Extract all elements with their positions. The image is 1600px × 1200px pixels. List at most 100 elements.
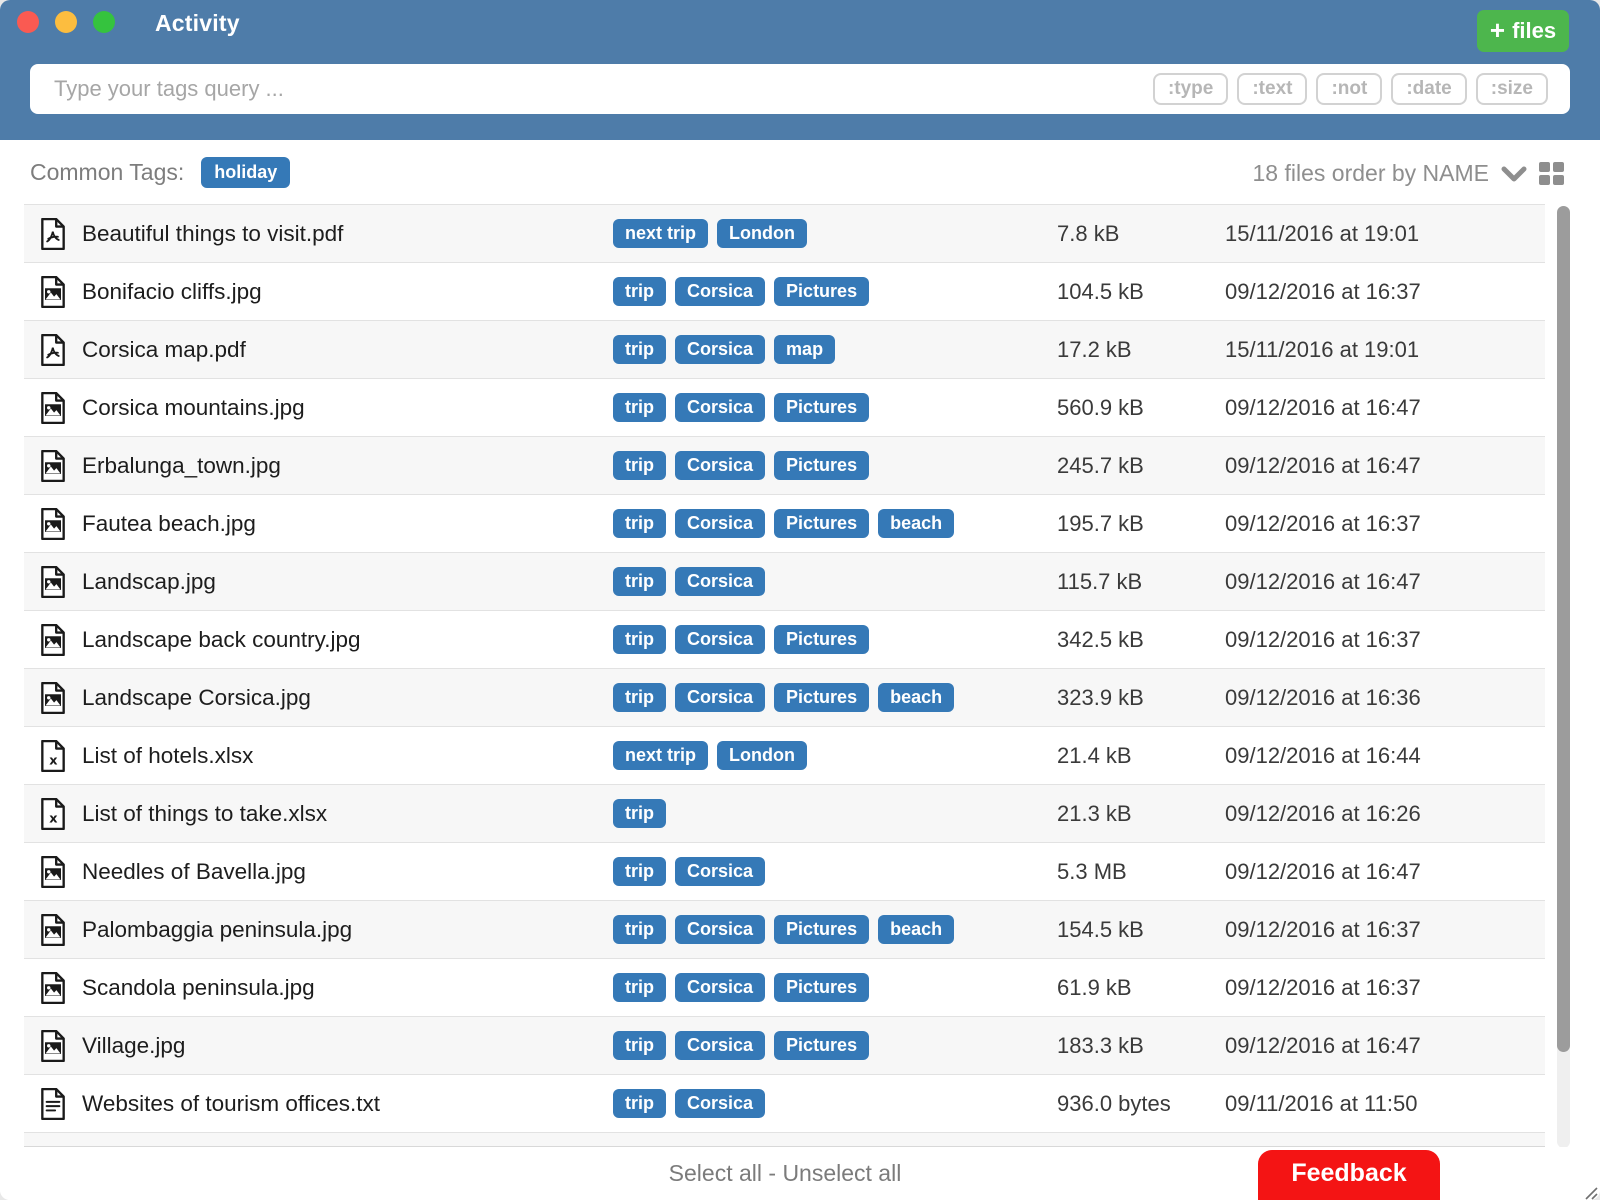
file-size: 104.5 kB bbox=[1057, 279, 1144, 305]
tag-chip[interactable]: Corsica bbox=[675, 277, 765, 306]
file-row[interactable]: Corsica mountains.jpgtripCorsicaPictures… bbox=[24, 379, 1545, 437]
tag-chip[interactable]: trip bbox=[613, 1031, 666, 1060]
tag-chip[interactable]: trip bbox=[613, 509, 666, 538]
filter-text-button[interactable]: :text bbox=[1237, 73, 1307, 106]
feedback-button[interactable]: Feedback bbox=[1258, 1150, 1440, 1200]
select-all-link[interactable]: Select all bbox=[669, 1160, 762, 1186]
tags-query-input[interactable] bbox=[30, 64, 1153, 114]
image-file-icon bbox=[40, 856, 66, 888]
tag-chip[interactable]: Pictures bbox=[774, 393, 869, 422]
filter-type-button[interactable]: :type bbox=[1153, 73, 1228, 106]
tag-chip[interactable]: Corsica bbox=[675, 509, 765, 538]
file-row[interactable]: Websites of tourism offices.txt trip Corsi… bbox=[24, 1075, 1545, 1133]
scrollbar-track[interactable] bbox=[1557, 206, 1570, 1148]
file-row[interactable]: Scandola peninsula.jpg trip Corsica Picture… bbox=[24, 959, 1545, 1017]
tag-chip[interactable]: Corsica bbox=[675, 857, 765, 886]
file-row[interactable]: Needles of Bavella.jpgtripCorsica5.3 MB0… bbox=[24, 843, 1545, 901]
file-row[interactable]: Palombaggia peninsula.jpgtripCorsicaPict… bbox=[24, 901, 1545, 959]
tag-chip[interactable]: Corsica bbox=[675, 625, 765, 654]
common-tag-chip[interactable]: holiday bbox=[201, 157, 290, 188]
tag-chip[interactable]: Corsica bbox=[675, 567, 765, 596]
file-row[interactable]: Landscape back country.jpgtripCorsicaPic… bbox=[24, 611, 1545, 669]
file-name: Village.jpg bbox=[82, 1033, 185, 1059]
file-size: 245.7 kB bbox=[1057, 453, 1144, 479]
file-row[interactable]: Fautea beach.jpgtripCorsicaPicturesbeach… bbox=[24, 495, 1545, 553]
tag-chip[interactable]: trip bbox=[613, 683, 666, 712]
zoom-button[interactable] bbox=[93, 11, 115, 33]
tag-chip[interactable]: Pictures bbox=[774, 509, 869, 538]
title-and-search-header: Activity + files :type:text:not:date:siz… bbox=[0, 0, 1600, 140]
tag-chip[interactable]: Corsica bbox=[675, 335, 765, 364]
query-filter-buttons: :type :text :not :date :size bbox=[1153, 73, 1570, 106]
file-row[interactable]: Beautiful things to visit.pdf next trip Lo… bbox=[24, 205, 1545, 263]
tag-chip[interactable]: Corsica bbox=[675, 451, 765, 480]
file-row[interactable]: xList of hotels.xlsxnext tripLondon21.4 … bbox=[24, 727, 1545, 785]
file-size: 115.7 kB bbox=[1057, 569, 1142, 595]
tag-chip[interactable]: trip bbox=[613, 277, 666, 306]
tag-chip[interactable]: Corsica bbox=[675, 915, 765, 944]
file-row[interactable]: Corsica map.pdftripCorsicamap17.2 kB15/1… bbox=[24, 321, 1545, 379]
tag-chip[interactable]: trip bbox=[613, 335, 666, 364]
scrollbar-thumb[interactable] bbox=[1557, 206, 1570, 1052]
tag-chip[interactable]: Pictures bbox=[774, 625, 869, 654]
tag-chip[interactable]: trip bbox=[613, 973, 666, 1002]
file-row[interactable]: Bonifacio cliffs.jpg trip Corsica Pictures 1… bbox=[24, 263, 1545, 321]
tag-chip[interactable]: beach bbox=[878, 915, 954, 944]
tag-chip[interactable]: beach bbox=[878, 509, 954, 538]
tag-chip[interactable]: London bbox=[717, 219, 807, 248]
add-files-button[interactable]: + files bbox=[1477, 10, 1569, 52]
tag-chip[interactable]: trip bbox=[613, 393, 666, 422]
tag-chip[interactable]: Corsica bbox=[675, 1089, 765, 1118]
file-tags: trip Corsica bbox=[613, 857, 765, 886]
tag-chip[interactable]: Corsica bbox=[675, 683, 765, 712]
tag-chip[interactable]: Pictures bbox=[774, 277, 869, 306]
tag-chip[interactable]: Pictures bbox=[774, 1031, 869, 1060]
file-tags: trip Corsica Pictures bbox=[613, 451, 869, 480]
tag-chip[interactable]: trip bbox=[613, 915, 666, 944]
window-resize-handle-icon[interactable] bbox=[1583, 1185, 1598, 1200]
tag-chip[interactable]: Corsica bbox=[675, 393, 765, 422]
tag-chip[interactable]: trip bbox=[613, 1089, 666, 1118]
tag-chip[interactable]: beach bbox=[878, 683, 954, 712]
file-name: Bonifacio cliffs.jpg bbox=[82, 279, 262, 305]
tag-chip[interactable]: next trip bbox=[613, 741, 708, 770]
search-bar: :type :text :not :date :size bbox=[30, 64, 1570, 114]
file-row[interactable]: xList of things to take.xlsxtrip21.3 kB0… bbox=[24, 785, 1545, 843]
tag-chip[interactable]: map bbox=[774, 335, 835, 364]
spreadsheet-file-icon: x bbox=[40, 798, 66, 830]
file-size: 21.3 kB bbox=[1057, 801, 1132, 827]
minimize-button[interactable] bbox=[55, 11, 77, 33]
tag-chip[interactable]: Corsica bbox=[675, 1031, 765, 1060]
tag-chip[interactable]: trip bbox=[613, 857, 666, 886]
filter-size-button[interactable]: :size bbox=[1476, 73, 1548, 106]
tag-chip[interactable]: trip bbox=[613, 567, 666, 596]
file-tags: trip Corsica Pictures bbox=[613, 973, 869, 1002]
tag-chip[interactable]: Pictures bbox=[774, 915, 869, 944]
footer: Select all - Unselect all Feedback bbox=[0, 1147, 1600, 1200]
filter-date-button[interactable]: :date bbox=[1391, 73, 1466, 106]
file-row[interactable]: Landscap.jpgtripCorsica115.7 kB09/12/201… bbox=[24, 553, 1545, 611]
tag-chip[interactable]: trip bbox=[613, 451, 666, 480]
tag-chip[interactable]: Pictures bbox=[774, 973, 869, 1002]
file-name: Websites of tourism offices.txt bbox=[82, 1091, 380, 1117]
file-row[interactable]: Erbalunga_town.jpgtripCorsicaPictures245… bbox=[24, 437, 1545, 495]
common-tags-list: holiday bbox=[201, 157, 290, 188]
sort-direction-button[interactable] bbox=[1501, 166, 1527, 182]
tag-chip[interactable]: trip bbox=[613, 625, 666, 654]
close-button[interactable] bbox=[17, 11, 39, 33]
plus-icon: + bbox=[1490, 17, 1505, 43]
file-row[interactable]: Landscape Corsica.jpgtripCorsicaPictures… bbox=[24, 669, 1545, 727]
tag-chip[interactable]: Pictures bbox=[774, 451, 869, 480]
filter-not-button[interactable]: :not bbox=[1316, 73, 1382, 106]
file-row[interactable]: Village.jpgtripCorsicaPictures183.3 kB09… bbox=[24, 1017, 1545, 1075]
tag-chip[interactable]: Corsica bbox=[675, 973, 765, 1002]
grid-view-button[interactable] bbox=[1539, 162, 1565, 186]
unselect-all-link[interactable]: Unselect all bbox=[782, 1160, 901, 1186]
tag-chip[interactable]: Pictures bbox=[774, 683, 869, 712]
tag-chip[interactable]: next trip bbox=[613, 219, 708, 248]
tag-chip[interactable]: London bbox=[717, 741, 807, 770]
file-name: Scandola peninsula.jpg bbox=[82, 975, 315, 1001]
file-name: Beautiful things to visit.pdf bbox=[82, 221, 343, 247]
tag-chip[interactable]: trip bbox=[613, 799, 666, 828]
image-file-icon bbox=[40, 914, 66, 946]
